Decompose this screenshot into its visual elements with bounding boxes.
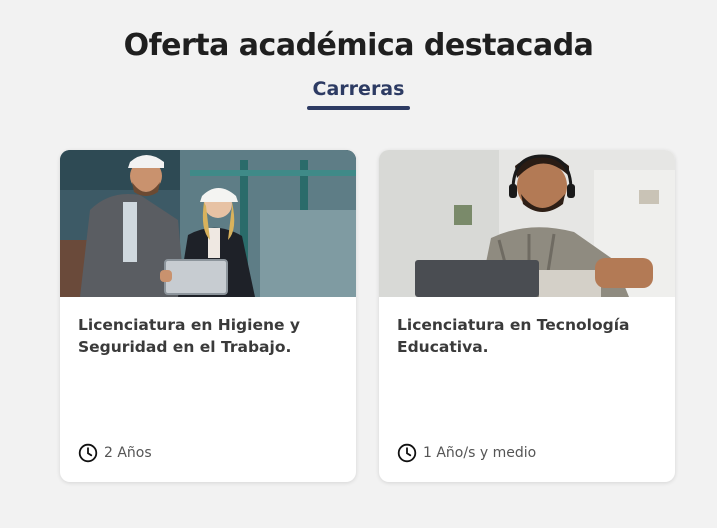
career-image-man-with-headset [379,150,675,297]
page-title: Oferta académica destacada [123,28,594,64]
career-title: Licenciatura en Tecnología Educativa. [397,316,630,356]
duration-text: 2 Años [104,445,152,461]
career-duration: 1 Año/s y medio [397,443,536,463]
active-tab-indicator [306,106,411,110]
duration-text: 1 Año/s y medio [423,445,537,461]
career-duration: 2 Años [78,443,152,463]
tab-carreras[interactable]: Carreras [306,78,411,110]
career-card-higiene[interactable]: Licenciatura en Higiene y Seguridad en e… [60,150,356,482]
career-card-tecnologia[interactable]: Licenciatura en Tecnología Educativa. 1 … [379,150,675,482]
career-image-industrial-workers [60,150,356,297]
tab-bar: Carreras [0,78,717,110]
tab-label: Carreras [312,78,405,100]
clock-icon [397,443,417,463]
career-title: Licenciatura en Higiene y Seguridad en e… [78,316,301,356]
clock-icon [78,443,98,463]
